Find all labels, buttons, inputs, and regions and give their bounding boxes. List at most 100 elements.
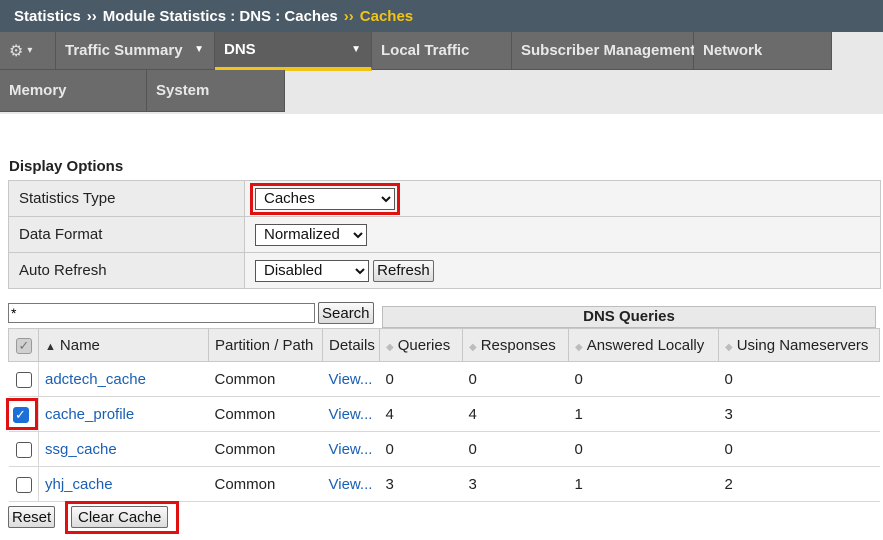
view-link[interactable]: View... <box>322 361 380 397</box>
chevron-down-icon: ▼ <box>194 44 204 55</box>
col-partition-label: Partition / Path <box>215 336 314 354</box>
tab-label: Traffic Summary <box>65 42 183 59</box>
tab-label: Local Traffic <box>381 42 470 59</box>
tab-system[interactable]: System <box>147 70 285 112</box>
display-options-title: Display Options <box>9 158 124 175</box>
tab-label: System <box>156 82 210 99</box>
cache-name-link[interactable]: cache_profile <box>45 406 134 423</box>
responses-cell: 0 <box>462 431 569 467</box>
clear-cache-button[interactable]: Clear Cache <box>71 506 169 528</box>
answered-locally-cell: 0 <box>568 361 719 397</box>
row-checkbox[interactable] <box>15 476 32 493</box>
tab-label: Network <box>703 42 763 59</box>
select-all-checkbox[interactable]: ✓ <box>16 337 32 354</box>
col-name-label: Name <box>59 336 100 354</box>
responses-cell: 3 <box>462 466 569 502</box>
auto-refresh-select[interactable]: Disabled <box>255 259 369 282</box>
view-link[interactable]: View... <box>322 431 380 467</box>
responses-cell: 0 <box>462 361 569 397</box>
cache-name-link[interactable]: yhj_cache <box>45 476 113 493</box>
cache-name-link[interactable]: adctech_cache <box>45 371 146 388</box>
answered-locally-cell: 1 <box>568 396 719 432</box>
row-select-cell: ✓ <box>5 396 39 432</box>
col-responses-label: Responses <box>480 336 556 354</box>
refresh-button[interactable]: Refresh <box>373 259 434 282</box>
tab-bar: ⚙ ▾ Traffic Summary ▼ DNS ▼ Local Traffi… <box>0 32 883 114</box>
view-link[interactable]: View... <box>322 396 380 432</box>
row-checkbox-highlight: ✓ <box>5 398 38 430</box>
tab-memory[interactable]: Memory <box>0 70 147 112</box>
data-format-select[interactable]: Normalized <box>255 223 367 246</box>
name-cell: yhj_cache <box>38 466 209 502</box>
row-checkbox[interactable]: ✓ <box>12 406 29 423</box>
col-partition: Partition / Path <box>208 328 323 362</box>
tab-subscriber-management[interactable]: Subscriber Management <box>512 32 696 70</box>
col-queries[interactable]: ◆ Queries <box>379 328 463 362</box>
row-select-cell <box>8 466 39 502</box>
row-select-cell <box>8 431 39 467</box>
statistics-type-label: Statistics Type <box>8 180 245 217</box>
row-checkbox[interactable] <box>15 441 32 458</box>
breadcrumb: Statistics ›› Module Statistics : DNS : … <box>0 0 883 32</box>
table-header-row: ✓ ▲ Name Partition / Path Details ◆ Querie… <box>8 328 880 362</box>
using-nameservers-cell: 3 <box>718 396 880 432</box>
select-all-header: ✓ <box>8 328 39 362</box>
table-row: adctech_cache Common View... 0 0 0 0 <box>8 361 880 397</box>
view-link[interactable]: View... <box>322 466 380 502</box>
queries-cell: 3 <box>379 466 463 502</box>
data-format-label: Data Format <box>8 216 245 253</box>
reset-button[interactable]: Reset <box>8 506 56 528</box>
gear-icon: ⚙ <box>9 42 24 60</box>
search-button[interactable]: Search <box>318 302 374 324</box>
answered-locally-cell: 0 <box>568 431 719 467</box>
partition-cell: Common <box>208 431 323 467</box>
data-format-cell: Normalized <box>244 216 881 253</box>
answered-locally-cell: 1 <box>568 466 719 502</box>
col-details-label: Details <box>329 336 375 354</box>
chevron-down-icon: ▾ <box>27 45 33 56</box>
col-answered-locally-label: Answered Locally <box>586 336 705 354</box>
using-nameservers-cell: 0 <box>718 361 880 397</box>
auto-refresh-label: Auto Refresh <box>8 252 245 289</box>
tab-label: Memory <box>9 82 67 99</box>
tab-label: Subscriber Management <box>521 42 696 59</box>
tab-traffic-summary[interactable]: Traffic Summary ▼ <box>56 32 215 70</box>
breadcrumb-current: Caches <box>359 7 414 25</box>
col-using-nameservers-label: Using Nameservers <box>736 336 869 354</box>
row-checkbox[interactable] <box>15 371 32 388</box>
queries-cell: 0 <box>379 361 463 397</box>
partition-cell: Common <box>208 361 323 397</box>
table-row: yhj_cache Common View... 3 3 1 2 <box>8 466 880 502</box>
partition-cell: Common <box>208 396 323 432</box>
breadcrumb-item-module[interactable]: Module Statistics : DNS : Caches <box>103 8 338 25</box>
cache-name-link[interactable]: ssg_cache <box>45 441 117 458</box>
tab-local-traffic[interactable]: Local Traffic <box>372 32 512 70</box>
breadcrumb-item-statistics[interactable]: Statistics <box>14 8 81 25</box>
queries-cell: 4 <box>379 396 463 432</box>
col-queries-label: Queries <box>397 336 451 354</box>
sort-icon: ◆ <box>575 341 583 353</box>
name-cell: cache_profile <box>38 396 209 432</box>
sort-ascending-icon: ▲ <box>45 340 56 353</box>
tab-network[interactable]: Network <box>694 32 832 70</box>
breadcrumb-separator: ›› <box>86 7 97 25</box>
sort-icon: ◆ <box>725 341 733 353</box>
search-input[interactable] <box>8 303 315 323</box>
statistics-type-cell: Caches <box>244 180 881 217</box>
statistics-type-select[interactable]: Caches <box>250 182 400 215</box>
name-cell: ssg_cache <box>38 431 209 467</box>
queries-cell: 0 <box>379 431 463 467</box>
col-answered-locally[interactable]: ◆ Answered Locally <box>568 328 719 362</box>
col-name[interactable]: ▲ Name <box>38 328 209 362</box>
dns-queries-group-header: DNS Queries <box>382 306 876 328</box>
col-responses[interactable]: ◆ Responses <box>462 328 569 362</box>
tab-options-menu[interactable]: ⚙ ▾ <box>0 32 56 70</box>
caches-table: ✓ ▲ Name Partition / Path Details ◆ Querie… <box>5 328 880 502</box>
responses-cell: 4 <box>462 396 569 432</box>
breadcrumb-separator: ›› <box>343 7 354 25</box>
display-options-table: Statistics Type Caches Data Format Norma… <box>8 180 881 289</box>
row-select-cell <box>8 361 39 397</box>
tab-dns[interactable]: DNS ▼ <box>215 32 372 71</box>
using-nameservers-cell: 2 <box>718 466 880 502</box>
col-using-nameservers[interactable]: ◆ Using Nameservers <box>718 328 880 362</box>
